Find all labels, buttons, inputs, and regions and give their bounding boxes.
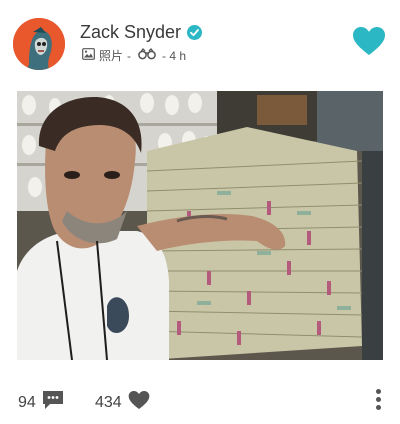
post-header: Zack Snyder 照片 - - 4 h	[0, 0, 400, 88]
more-vertical-icon[interactable]	[374, 389, 382, 413]
media-type-label: 照片	[99, 49, 124, 63]
post-meta: 照片 - - 4 h	[82, 47, 186, 64]
heart-icon	[128, 390, 150, 415]
post-footer: 94 434	[0, 380, 400, 424]
avatar[interactable]	[13, 18, 65, 70]
comment-bubble-icon	[42, 390, 64, 415]
author-line: Zack Snyder	[80, 22, 203, 43]
binoculars-icon	[138, 48, 156, 63]
image-icon	[82, 48, 95, 63]
comments-button[interactable]: 94	[18, 390, 64, 415]
verified-check-icon	[187, 25, 203, 40]
comment-count: 94	[18, 393, 36, 411]
photo-image	[17, 91, 383, 360]
post-photo[interactable]	[17, 91, 383, 360]
post-time: - 4 h	[162, 48, 187, 63]
likes-button[interactable]: 434	[95, 390, 150, 415]
meta-separator: -	[127, 48, 132, 63]
author-name[interactable]: Zack Snyder	[80, 22, 181, 43]
like-count: 434	[95, 393, 122, 411]
like-heart-icon[interactable]	[352, 26, 386, 56]
